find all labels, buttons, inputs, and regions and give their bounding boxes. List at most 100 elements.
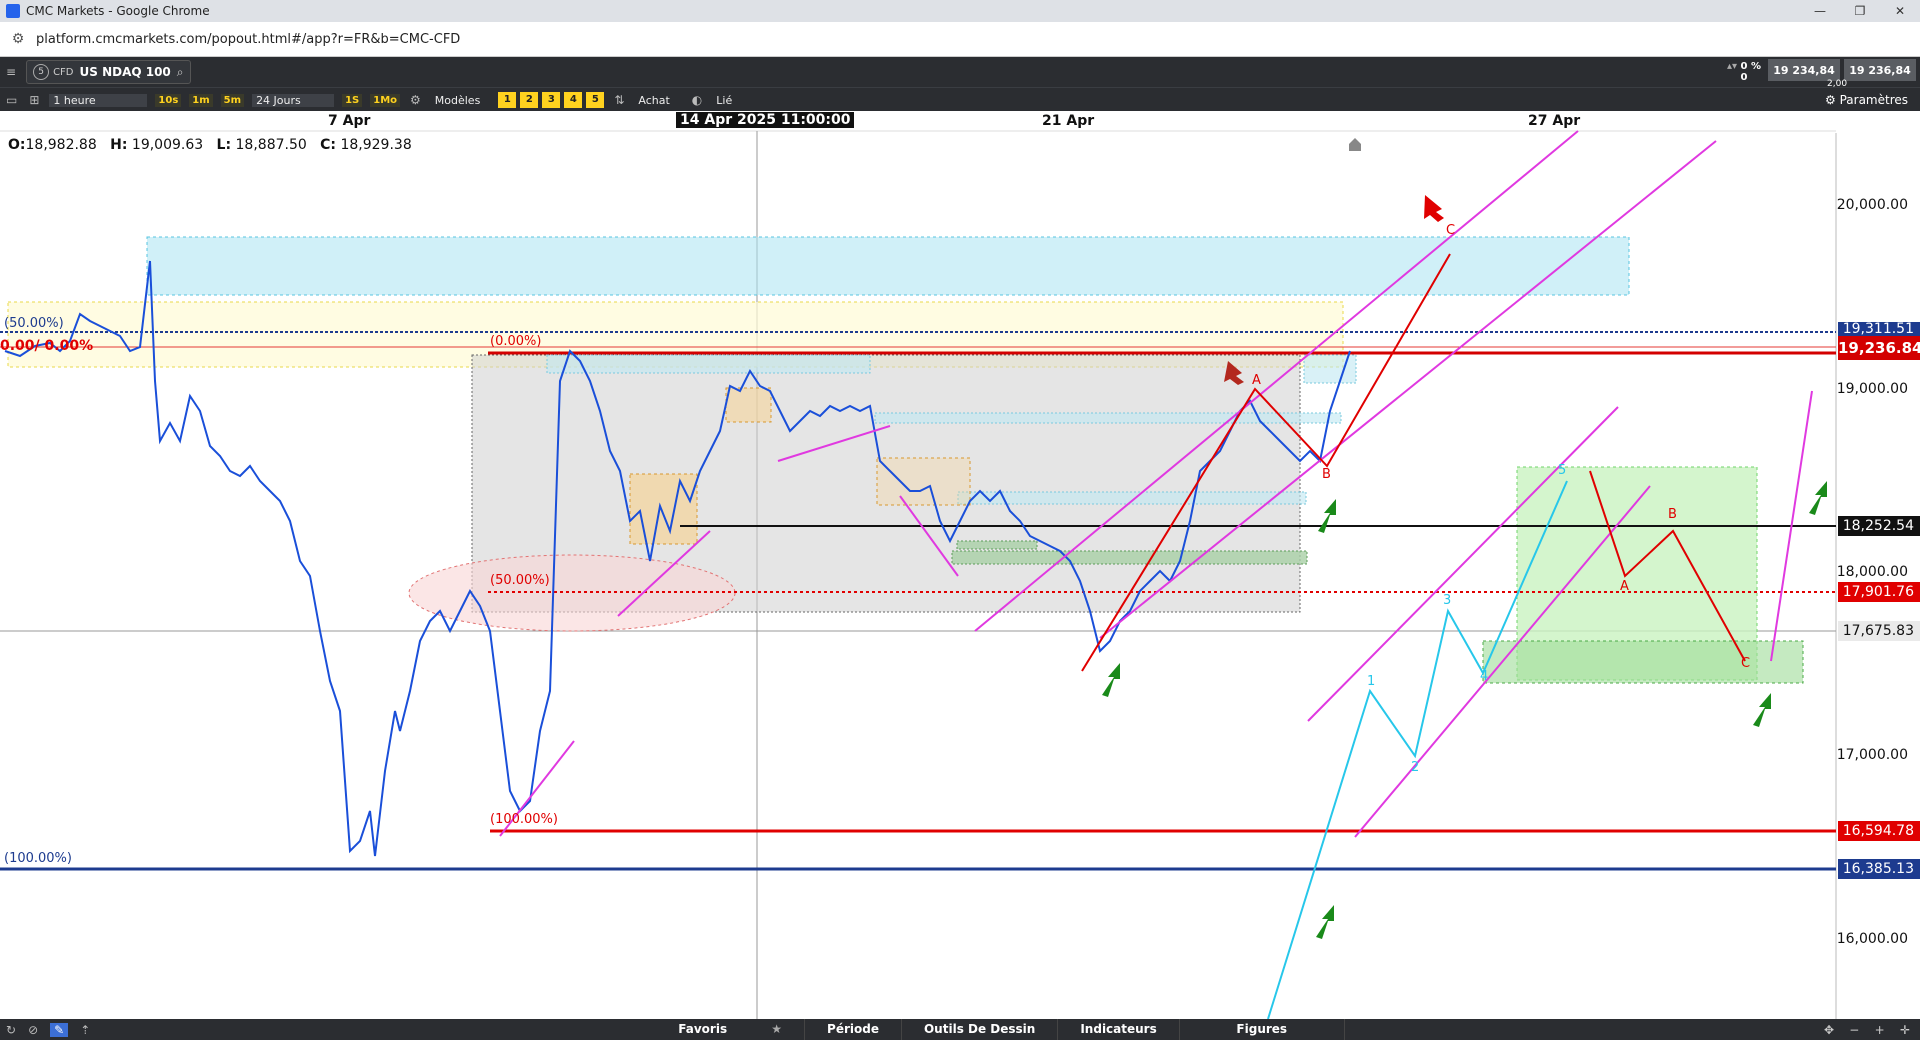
instrument-selector[interactable]: 5 CFD US NDAQ 100 ⌕ <box>26 60 191 84</box>
change-pct: 0 % <box>1740 61 1761 72</box>
resistance-zone <box>146 236 1630 296</box>
window-title: CMC Markets - Google Chrome <box>26 4 210 18</box>
tab-period[interactable]: Période <box>805 1019 902 1040</box>
low-label: L: <box>216 137 232 153</box>
chart-canvas[interactable] <box>0 111 1920 1019</box>
green-arrow-3 <box>1316 905 1334 939</box>
wave-label-c-top: C <box>1446 223 1456 238</box>
high-label: H: <box>110 137 128 153</box>
axis-label-16000: 16,000.00 <box>1836 931 1908 947</box>
tf-1s[interactable]: 1S <box>342 93 363 107</box>
fib-red-50: (50.00%) <box>490 573 550 588</box>
cyan-box-1 <box>546 354 871 374</box>
green-arrow-5 <box>1809 481 1827 515</box>
interval-select[interactable]: 1 heure <box>49 93 148 107</box>
fib-red-100: (100.00%) <box>490 812 558 827</box>
instrument-name: US NDAQ 100 <box>79 65 171 79</box>
tab-favorites-label: Favoris <box>678 1022 728 1036</box>
wave-label-5: 5 <box>1558 463 1567 478</box>
open-label: O: <box>8 137 26 153</box>
tf-1m[interactable]: 1m <box>189 93 213 107</box>
crosshair-icon[interactable]: ✛ <box>1900 1023 1910 1037</box>
fib-red-0: (0.00%) <box>490 334 542 349</box>
high-value: 19,009.63 <box>131 137 204 153</box>
tag-blue-dotted: 19,311.51 <box>1838 322 1920 336</box>
tf-1mo[interactable]: 1Mo <box>370 93 401 107</box>
axis-label-17000: 17,000.00 <box>1836 747 1908 763</box>
cyan-box-3 <box>957 491 1307 505</box>
refresh-icon[interactable]: ↻ <box>6 1023 16 1037</box>
fib-red-0-left-a: 0.00 <box>0 338 35 354</box>
wave-label-b-right: B <box>1668 507 1677 522</box>
grid-icon[interactable]: ⊞ <box>29 93 39 107</box>
model-4[interactable]: 4 <box>564 92 583 108</box>
restore-button[interactable]: ❐ <box>1840 0 1880 22</box>
close-value: 18,929.38 <box>340 137 412 153</box>
tab-indicators[interactable]: Indicateurs <box>1058 1019 1180 1040</box>
zoom-out-icon[interactable]: − <box>1849 1023 1859 1037</box>
tab-drawing-tools[interactable]: Outils De Dessin <box>902 1019 1059 1040</box>
minimize-button[interactable]: — <box>1800 0 1840 22</box>
green-arrow-1 <box>1102 663 1120 697</box>
tag-current-price: 19,236.84 <box>1838 336 1920 360</box>
fib-blue-100: (100.00%) <box>4 851 72 866</box>
fib-blue-50: (50.00%) <box>4 316 64 331</box>
change-value: 0 <box>1740 72 1748 83</box>
sell-price: 19 234,84 <box>1773 63 1835 77</box>
url-text[interactable]: platform.cmcmarkets.com/popout.html#/app… <box>36 32 460 47</box>
orange-box-1 <box>629 473 698 545</box>
model-5[interactable]: 5 <box>586 92 605 108</box>
link-icon: ◐ <box>691 93 703 107</box>
wave-label-a-top: A <box>1252 373 1261 388</box>
linked-button[interactable]: Lié <box>712 94 736 107</box>
axis-label-19000: 19,000.00 <box>1836 381 1908 397</box>
models-icon: ⚙ <box>410 93 421 107</box>
address-bar[interactable]: ⚙ platform.cmcmarkets.com/popout.html#/a… <box>0 22 1920 57</box>
close-button[interactable]: ✕ <box>1880 0 1920 22</box>
search-icon[interactable]: ⌕ <box>177 65 184 80</box>
block-icon[interactable]: ⊘ <box>28 1023 38 1037</box>
instrument-type: CFD <box>53 66 74 78</box>
zoom-in-icon[interactable]: + <box>1875 1023 1885 1037</box>
tf-5m[interactable]: 5m <box>220 93 245 107</box>
orange-box-2 <box>725 387 772 423</box>
tab-figures[interactable]: Figures <box>1180 1019 1345 1040</box>
tf-10s[interactable]: 10s <box>155 93 182 107</box>
model-3[interactable]: 3 <box>542 92 561 108</box>
buy-price: 19 236,84 <box>1849 63 1911 77</box>
model-1[interactable]: 1 <box>498 92 517 108</box>
ohlc-readout: O:18,982.88 H: 19,009.63 L: 18,887.50 C:… <box>8 137 412 153</box>
bottom-toolbar: ↻ ⊘ ✎ ⇡ Favoris ★ Période Outils De Dess… <box>0 1019 1920 1040</box>
pencil-icon[interactable]: ✎ <box>50 1022 69 1037</box>
wave-label-b-top: B <box>1322 467 1331 482</box>
chart-toolbar: ▭ ⊞ 1 heure 10s 1m 5m 24 Jours 1S 1Mo ⚙ … <box>0 87 1920 112</box>
date-label-3: 27 Apr <box>1528 113 1581 129</box>
settings-button[interactable]: ⚙ Paramètres <box>1825 93 1908 107</box>
models-button[interactable]: Modèles <box>431 94 485 107</box>
tag-blue-100: 16,385.13 <box>1838 859 1920 879</box>
zoom-controls[interactable]: ✥ − + ✛ <box>1824 1023 1910 1037</box>
crosshair-date: 14 Apr 2025 11:00:00 <box>676 112 855 128</box>
range-select[interactable]: 24 Jours <box>252 93 335 107</box>
tag-crosshair-price: 17,675.83 <box>1838 621 1920 641</box>
window-titlebar: CMC Markets - Google Chrome — ❐ ✕ <box>0 0 1920 22</box>
tab-favorites[interactable]: Favoris ★ <box>656 1019 806 1040</box>
layout-icon[interactable]: ▭ <box>6 93 17 107</box>
axis-label-18000: 18,000.00 <box>1836 564 1908 580</box>
home-marker <box>1349 138 1361 151</box>
menu-icon[interactable]: ≡ <box>6 65 16 79</box>
buy-price-button[interactable]: 19 236,84 <box>1844 59 1916 81</box>
site-settings-icon[interactable]: ⚙ <box>10 31 26 47</box>
wave-label-a-right: A <box>1620 579 1629 594</box>
settings-label: Paramètres <box>1839 93 1908 107</box>
price-chart[interactable]: 7 Apr 14 Apr 2025 11:00:00 21 Apr 27 Apr… <box>0 111 1920 1019</box>
close-label: C: <box>320 137 337 153</box>
move-icon[interactable]: ✥ <box>1824 1023 1834 1037</box>
buy-icon: ⇅ <box>614 93 625 107</box>
model-2[interactable]: 2 <box>520 92 539 108</box>
cursor-icon[interactable]: ⇡ <box>80 1023 90 1037</box>
sell-price-button[interactable]: 19 234,84 <box>1768 59 1840 81</box>
buy-button[interactable]: Achat <box>634 94 673 107</box>
green-box-2 <box>956 540 1038 550</box>
gear-icon: ⚙ <box>1825 93 1840 107</box>
